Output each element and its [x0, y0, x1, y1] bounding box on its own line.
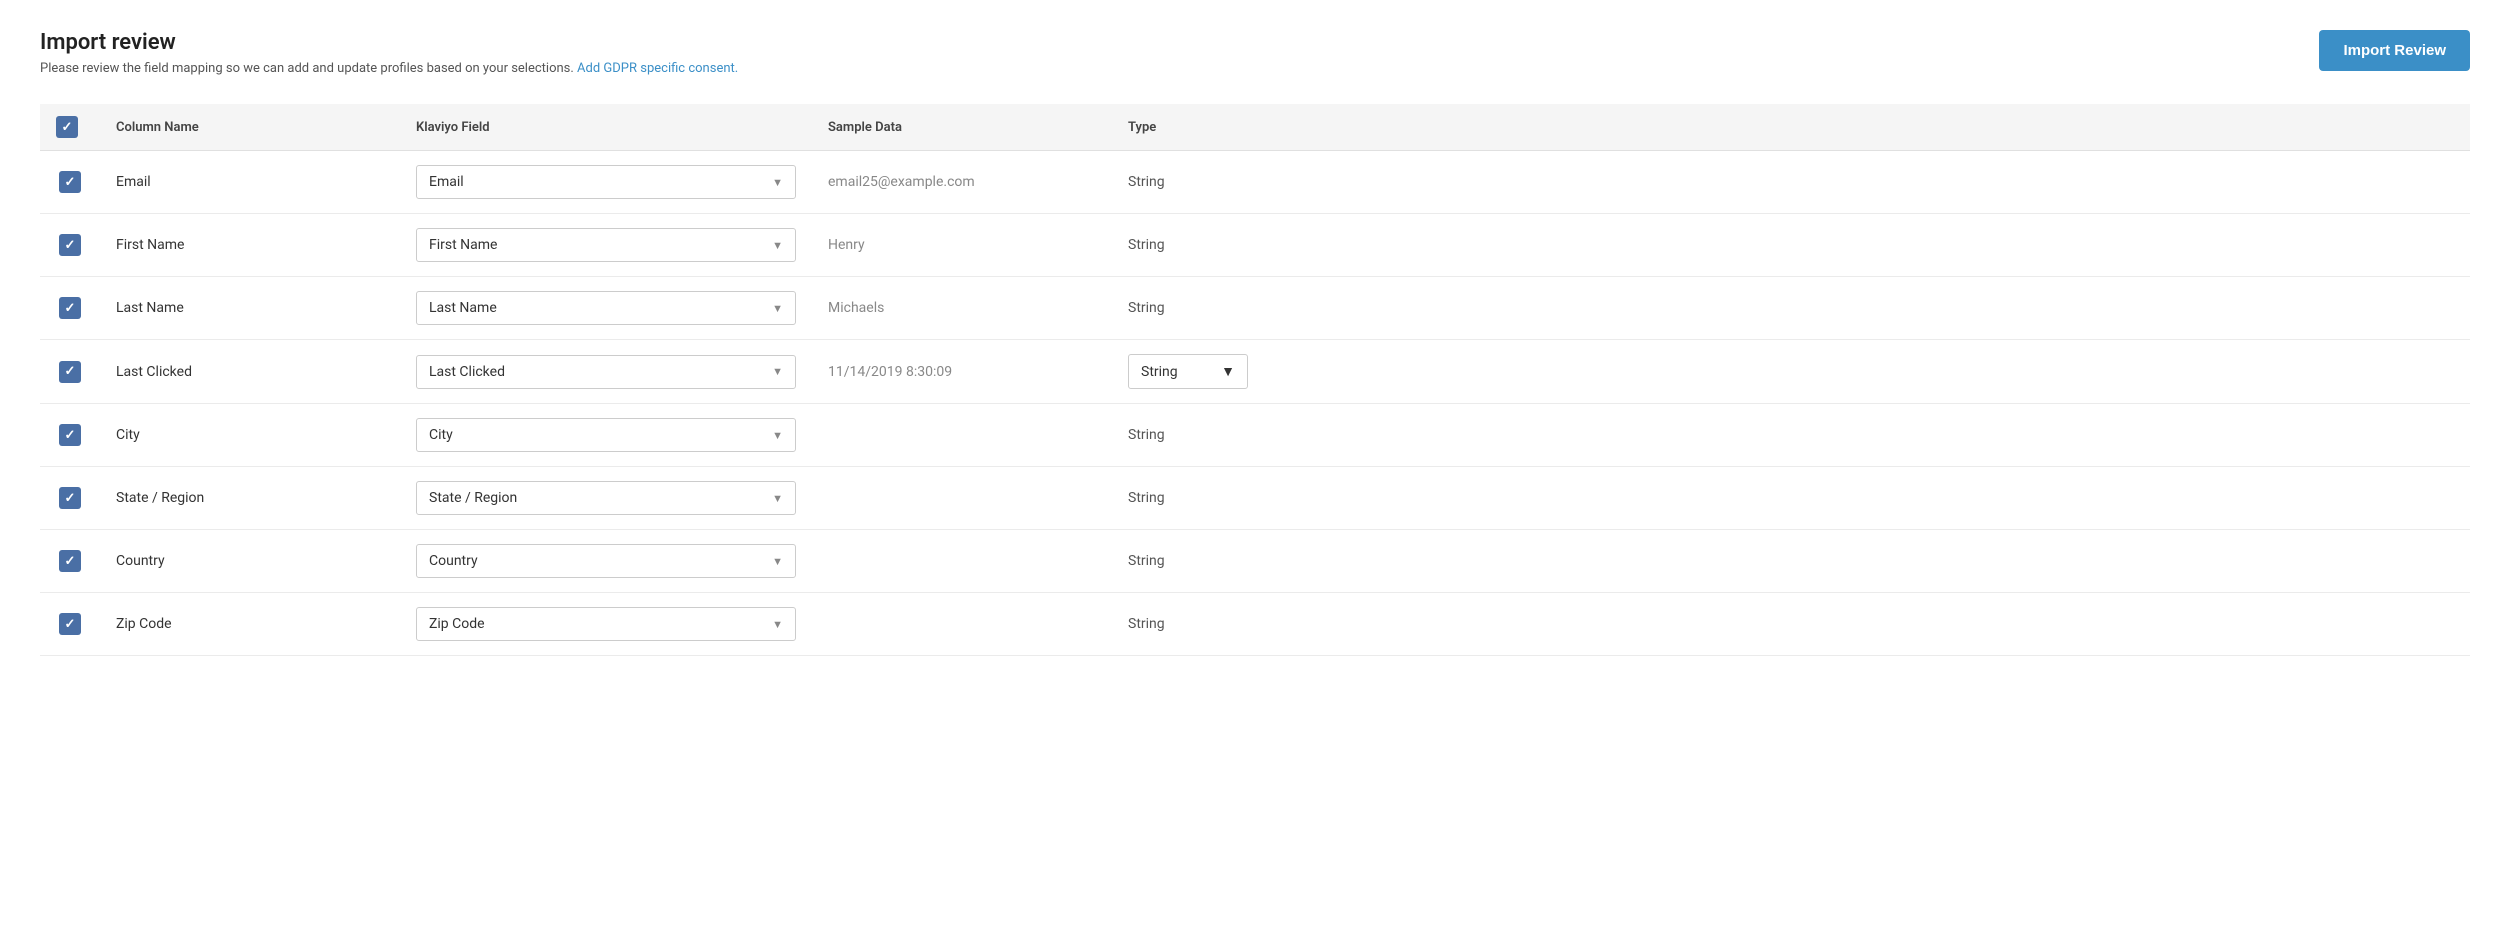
column-name-cell: First Name	[100, 214, 400, 277]
chevron-down-icon: ▼	[772, 492, 783, 505]
chevron-down-icon: ▼	[772, 302, 783, 315]
row-checkbox-cell	[40, 467, 100, 530]
column-name-cell: Last Clicked	[100, 340, 400, 404]
row-checkbox-cell	[40, 214, 100, 277]
sample-data-cell	[812, 530, 1112, 593]
row-checkbox-cell	[40, 277, 100, 340]
sample-data-cell: Michaels	[812, 277, 1112, 340]
row-checkbox-cell	[40, 593, 100, 656]
row-checkbox[interactable]	[59, 613, 81, 635]
klaviyo-field-cell: City▼	[400, 404, 812, 467]
row-checkbox[interactable]	[59, 361, 81, 383]
table-row: Country Country▼ String	[40, 530, 2470, 593]
row-checkbox-cell	[40, 404, 100, 467]
row-checkbox-cell	[40, 530, 100, 593]
select-all-checkbox[interactable]	[56, 116, 78, 138]
table-row: Last Name Last Name▼ MichaelsString	[40, 277, 2470, 340]
row-checkbox-cell	[40, 151, 100, 214]
klaviyo-field-select[interactable]: State / Region▼	[416, 481, 796, 515]
sample-data-cell: 11/14/2019 8:30:09	[812, 340, 1112, 404]
chevron-down-icon: ▼	[772, 618, 783, 631]
row-checkbox[interactable]	[59, 171, 81, 193]
type-header: Type	[1112, 104, 2470, 151]
klaviyo-field-select[interactable]: Last Name▼	[416, 291, 796, 325]
type-cell: String▼	[1112, 340, 2470, 404]
type-select[interactable]: String▼	[1128, 354, 1248, 389]
klaviyo-field-cell: Email▼	[400, 151, 812, 214]
klaviyo-field-header: Klaviyo Field	[400, 104, 812, 151]
klaviyo-field-cell: First Name▼	[400, 214, 812, 277]
table-row: State / Region State / Region▼ String	[40, 467, 2470, 530]
type-cell: String	[1112, 530, 2470, 593]
field-mapping-table: Column Name Klaviyo Field Sample Data Ty…	[40, 104, 2470, 656]
sample-data-cell	[812, 593, 1112, 656]
klaviyo-field-cell: Country▼	[400, 530, 812, 593]
type-cell: String	[1112, 404, 2470, 467]
row-checkbox[interactable]	[59, 297, 81, 319]
sample-data-cell	[812, 404, 1112, 467]
column-name-cell: Zip Code	[100, 593, 400, 656]
chevron-down-icon: ▼	[772, 365, 783, 378]
sample-data-cell	[812, 467, 1112, 530]
page-description: Please review the field mapping so we ca…	[40, 61, 738, 76]
klaviyo-field-select[interactable]: Email▼	[416, 165, 796, 199]
chevron-down-icon: ▼	[772, 176, 783, 189]
klaviyo-field-select[interactable]: First Name▼	[416, 228, 796, 262]
column-name-cell: Email	[100, 151, 400, 214]
sample-data-cell: Henry	[812, 214, 1112, 277]
header-left: Import review Please review the field ma…	[40, 30, 738, 76]
table-row: First Name First Name▼ HenryString	[40, 214, 2470, 277]
column-name-header: Column Name	[100, 104, 400, 151]
table-row: City City▼ String	[40, 404, 2470, 467]
table-header-row: Column Name Klaviyo Field Sample Data Ty…	[40, 104, 2470, 151]
klaviyo-field-cell: Last Clicked▼	[400, 340, 812, 404]
column-name-cell: State / Region	[100, 467, 400, 530]
type-cell: String	[1112, 467, 2470, 530]
row-checkbox[interactable]	[59, 487, 81, 509]
table-row: Email Email▼ email25@example.comString	[40, 151, 2470, 214]
import-review-button[interactable]: Import Review	[2319, 30, 2470, 71]
row-checkbox[interactable]	[59, 424, 81, 446]
klaviyo-field-select[interactable]: Last Clicked▼	[416, 355, 796, 389]
table-row: Last Clicked Last Clicked▼ 11/14/2019 8:30…	[40, 340, 2470, 404]
type-cell: String	[1112, 214, 2470, 277]
klaviyo-field-cell: State / Region▼	[400, 467, 812, 530]
klaviyo-field-cell: Zip Code▼	[400, 593, 812, 656]
column-name-cell: Last Name	[100, 277, 400, 340]
type-cell: String	[1112, 277, 2470, 340]
sample-data-cell: email25@example.com	[812, 151, 1112, 214]
chevron-down-icon: ▼	[772, 239, 783, 252]
klaviyo-field-select[interactable]: Country▼	[416, 544, 796, 578]
sample-data-header: Sample Data	[812, 104, 1112, 151]
type-cell: String	[1112, 593, 2470, 656]
row-checkbox[interactable]	[59, 234, 81, 256]
table-row: Zip Code Zip Code▼ String	[40, 593, 2470, 656]
chevron-down-icon: ▼	[772, 555, 783, 568]
chevron-down-icon: ▼	[772, 429, 783, 442]
klaviyo-field-select[interactable]: Zip Code▼	[416, 607, 796, 641]
klaviyo-field-select[interactable]: City▼	[416, 418, 796, 452]
page-header: Import review Please review the field ma…	[40, 30, 2470, 76]
column-name-cell: Country	[100, 530, 400, 593]
row-checkbox-cell	[40, 340, 100, 404]
type-cell: String	[1112, 151, 2470, 214]
header-checkbox-cell	[40, 104, 100, 151]
gdpr-link[interactable]: Add GDPR specific consent.	[577, 61, 738, 76]
page-title: Import review	[40, 30, 738, 55]
row-checkbox[interactable]	[59, 550, 81, 572]
klaviyo-field-cell: Last Name▼	[400, 277, 812, 340]
column-name-cell: City	[100, 404, 400, 467]
chevron-down-icon: ▼	[1221, 363, 1235, 380]
